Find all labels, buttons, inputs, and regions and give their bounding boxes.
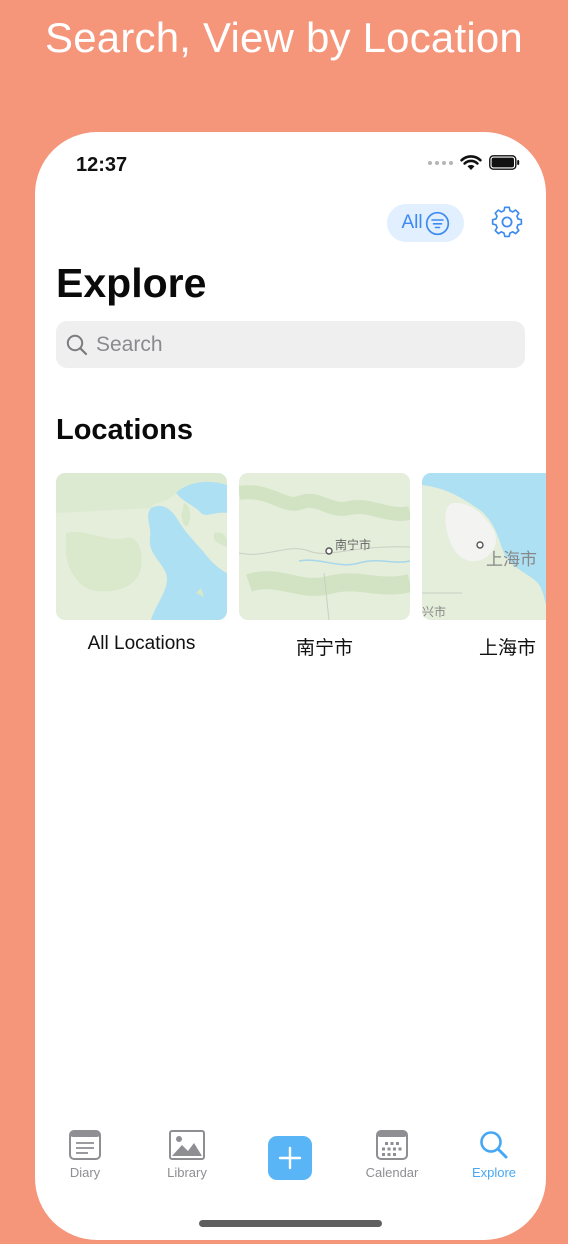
status-time: 12:37	[76, 154, 128, 176]
map-city-label: 上海市	[486, 550, 537, 570]
status-icons	[428, 154, 520, 171]
location-card-shanghai[interactable]: 上海市 兴市 上海市	[422, 473, 546, 660]
diary-icon	[69, 1130, 101, 1160]
battery-icon	[489, 155, 520, 170]
map-thumbnail: 上海市 兴市	[422, 473, 546, 620]
location-card-label: 南宁市	[295, 638, 353, 659]
location-card-label: All Locations	[87, 633, 196, 654]
settings-gear-icon[interactable]	[490, 205, 524, 239]
nav-row: All	[35, 202, 546, 244]
filter-label: All	[401, 212, 423, 233]
tab-label: Diary	[69, 1165, 101, 1180]
location-card-all[interactable]: All Locations	[56, 473, 227, 655]
tab-diary[interactable]: Diary	[40, 1130, 130, 1180]
locations-section-title: Locations	[56, 414, 193, 446]
cellular-signal-icon	[428, 160, 453, 165]
add-entry-button[interactable]	[268, 1136, 312, 1180]
map-thumbnail: 南宁市	[239, 473, 410, 620]
tab-label: Calendar	[365, 1165, 419, 1180]
tab-explore[interactable]: Explore	[449, 1130, 539, 1180]
plus-icon	[278, 1146, 302, 1170]
map-city-label-secondary: 兴市	[422, 604, 446, 619]
search-input[interactable]	[96, 332, 496, 357]
location-card-nanning[interactable]: 南宁市 南宁市	[239, 473, 410, 660]
tab-library[interactable]: Library	[142, 1130, 232, 1180]
wifi-icon	[460, 155, 482, 170]
filter-button[interactable]: All	[387, 204, 464, 242]
map-city-label: 南宁市	[335, 537, 371, 552]
tab-label: Explore	[471, 1165, 517, 1180]
page-title: Explore	[56, 260, 207, 306]
status-bar: 12:37	[35, 132, 546, 188]
home-indicator[interactable]	[199, 1220, 382, 1227]
location-card-label: 上海市	[478, 638, 536, 659]
search-icon	[480, 1131, 508, 1159]
search-icon	[66, 334, 88, 355]
search-bar[interactable]	[56, 321, 525, 368]
filter-list-icon	[425, 211, 449, 235]
phone-screen: 12:37 All Explore Search Locations All L…	[35, 132, 546, 1240]
promo-title: Search, View by Location	[45, 14, 523, 61]
calendar-icon	[376, 1130, 408, 1160]
tab-label: Library	[167, 1165, 207, 1180]
map-thumbnail	[56, 473, 227, 620]
photo-library-icon	[169, 1130, 205, 1160]
tab-bar: Diary Library Calendar Explore	[35, 1130, 546, 1200]
tab-calendar[interactable]: Calendar	[347, 1130, 437, 1180]
locations-carousel[interactable]: All Locations 南宁市 南宁市 上海市 兴市 上海市	[56, 473, 546, 663]
